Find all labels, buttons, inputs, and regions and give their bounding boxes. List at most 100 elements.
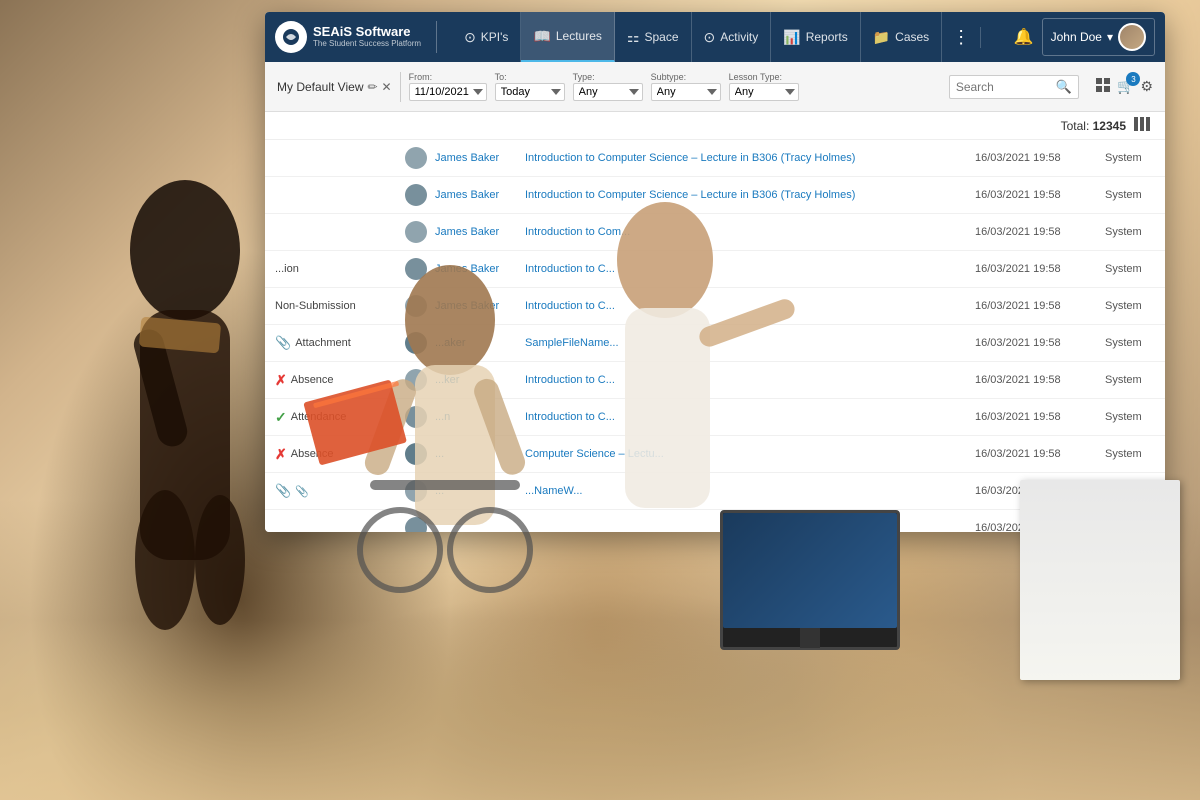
table-row[interactable]: ✓ Attendance ...n Introduction to C... 1… [265,399,1165,436]
table-row[interactable]: ✗ Absence ...ker Introduction to C... 16… [265,362,1165,399]
nav-items: ⊙ KPI's 📖 Lectures ⚏ Space ⊙ Activity 📊 … [452,12,1014,62]
filter-from: From: 11/10/2021 [409,72,487,101]
search-input[interactable] [956,80,1056,94]
nav-item-space[interactable]: ⚏ Space [615,12,692,62]
person-avatar [405,221,427,243]
person-info: ...ker [405,369,505,391]
table-row[interactable]: James Baker Introduction to Computer Sci… [265,177,1165,214]
settings-button[interactable]: ⚙ [1140,78,1153,95]
person-name[interactable]: James Baker [435,300,499,312]
app-window: SEAiS Software The Student Success Platf… [265,12,1165,532]
kpis-icon: ⊙ [464,29,476,46]
timestamp: 16/03/2021 19:58 [975,337,1061,349]
person-name[interactable]: ...aker [435,337,466,349]
search-icon[interactable]: 🔍 [1056,79,1072,95]
person-info: ... [405,480,505,502]
grid-view-button[interactable] [1095,77,1111,96]
course-link[interactable]: Introduction to C... [525,411,615,423]
person-avatar [405,332,427,354]
second-monitor [1020,480,1180,680]
course-link[interactable]: SampleFileName... [525,337,619,349]
person-info: James Baker [405,221,505,243]
nav-label-lectures: Lectures [556,29,602,43]
course-link[interactable]: Introduction to C... [525,374,615,386]
columns-toggle-icon[interactable] [1134,117,1150,134]
person-avatar [405,147,427,169]
space-icon: ⚏ [627,29,640,46]
table-row[interactable]: 📎 Attachment ...aker SampleFileName... 1… [265,325,1165,362]
source-cell: System [1095,214,1165,251]
person-info: James Baker [405,184,505,206]
table-row[interactable]: ✗ Absence ... Computer Science – Lectu..… [265,436,1165,473]
brand-logo [275,21,307,53]
type-badge: ✓ Attendance [275,409,346,426]
table-area[interactable]: Total: 12345 James Baker [265,112,1165,532]
course-link[interactable]: Introduction to C... [525,263,615,275]
user-avatar [1118,23,1146,51]
filter-bar: My Default View ✏ ✕ From: 11/10/2021 To:… [265,62,1165,112]
table-row[interactable]: James Baker Introduction to Computer Sci… [265,140,1165,177]
nav-item-reports[interactable]: 📊 Reports [771,12,860,62]
type-badge: 📎 📎 [275,483,309,499]
course-cell: Introduction to C... [515,288,965,325]
type-badge: Non-Submission [275,300,356,312]
subtype-label: Subtype: [651,72,721,82]
type-cell [265,177,395,214]
person-name[interactable]: James Baker [435,189,499,201]
source: System [1105,448,1142,460]
monitor-screen [723,513,897,628]
more-menu-button[interactable]: ⋮ [942,27,981,48]
type-cell: 📎 📎 [265,473,395,510]
person-avatar [405,369,427,391]
nav-item-lectures[interactable]: 📖 Lectures [521,12,614,62]
user-menu[interactable]: John Doe ▾ [1042,18,1155,56]
table-row[interactable]: Non-Submission James Baker Introduction … [265,288,1165,325]
person-cell: ...aker [395,325,515,362]
type-select[interactable]: Any [573,83,643,101]
course-link[interactable]: Computer Science – Lectu... [525,448,664,460]
table-row[interactable]: ...ion James Baker Introduction to C... … [265,251,1165,288]
notifications-bell-icon[interactable]: 🔔 [1014,27,1034,47]
person-name[interactable]: ...n [435,411,450,423]
from-select[interactable]: 11/10/2021 [409,83,487,101]
filter-lesson-type: Lesson Type: Any [729,72,799,101]
person-info: ...n [405,406,505,428]
timestamp: 16/03/2021 19:58 [975,448,1061,460]
course-link[interactable]: Introduction to Com... [525,226,630,238]
source-cell: System [1095,362,1165,399]
course-link[interactable]: Introduction to Computer Science – Lectu… [525,152,855,164]
person-name[interactable]: James Baker [435,152,499,164]
person-name[interactable]: ... [435,448,444,460]
course-link[interactable]: Introduction to Computer Science – Lectu… [525,189,855,201]
type-badge: ✗ Absence [275,372,334,389]
cart-button[interactable]: 🛒 3 [1117,78,1134,95]
person-avatar [405,295,427,317]
filter-subtype: Subtype: Any [651,72,721,101]
edit-view-icon[interactable]: ✏ [367,80,377,94]
person-name[interactable]: James Baker [435,263,499,275]
person-name[interactable]: ... [435,485,444,497]
data-table: James Baker Introduction to Computer Sci… [265,140,1165,532]
subtype-select[interactable]: Any [651,83,721,101]
nav-item-cases[interactable]: 📁 Cases [861,12,942,62]
table-row[interactable]: James Baker Introduction to Com... 16/03… [265,214,1165,251]
type-label: Type: [573,72,643,82]
reports-icon: 📊 [783,29,800,46]
view-label: My Default View ✏ ✕ [277,80,392,94]
nav-item-activity[interactable]: ⊙ Activity [692,12,772,62]
source: System [1105,152,1142,164]
course-link[interactable]: Introduction to C... [525,300,615,312]
timestamp: 16/03/2021 19:58 [975,374,1061,386]
close-view-icon[interactable]: ✕ [382,80,392,94]
to-select[interactable]: Today [495,83,565,101]
nav-label-reports: Reports [806,30,848,44]
course-link[interactable]: ...NameW... [525,485,582,497]
source-cell: System [1095,251,1165,288]
cart-badge: 3 [1126,72,1140,86]
person-name[interactable]: ...ker [435,374,459,386]
lesson-type-select[interactable]: Any [729,83,799,101]
nav-item-kpis[interactable]: ⊙ KPI's [452,12,521,62]
timestamp-cell: 16/03/2021 19:58 [965,214,1095,251]
timestamp-cell: 16/03/2021 19:58 [965,140,1095,177]
person-name[interactable]: James Baker [435,226,499,238]
